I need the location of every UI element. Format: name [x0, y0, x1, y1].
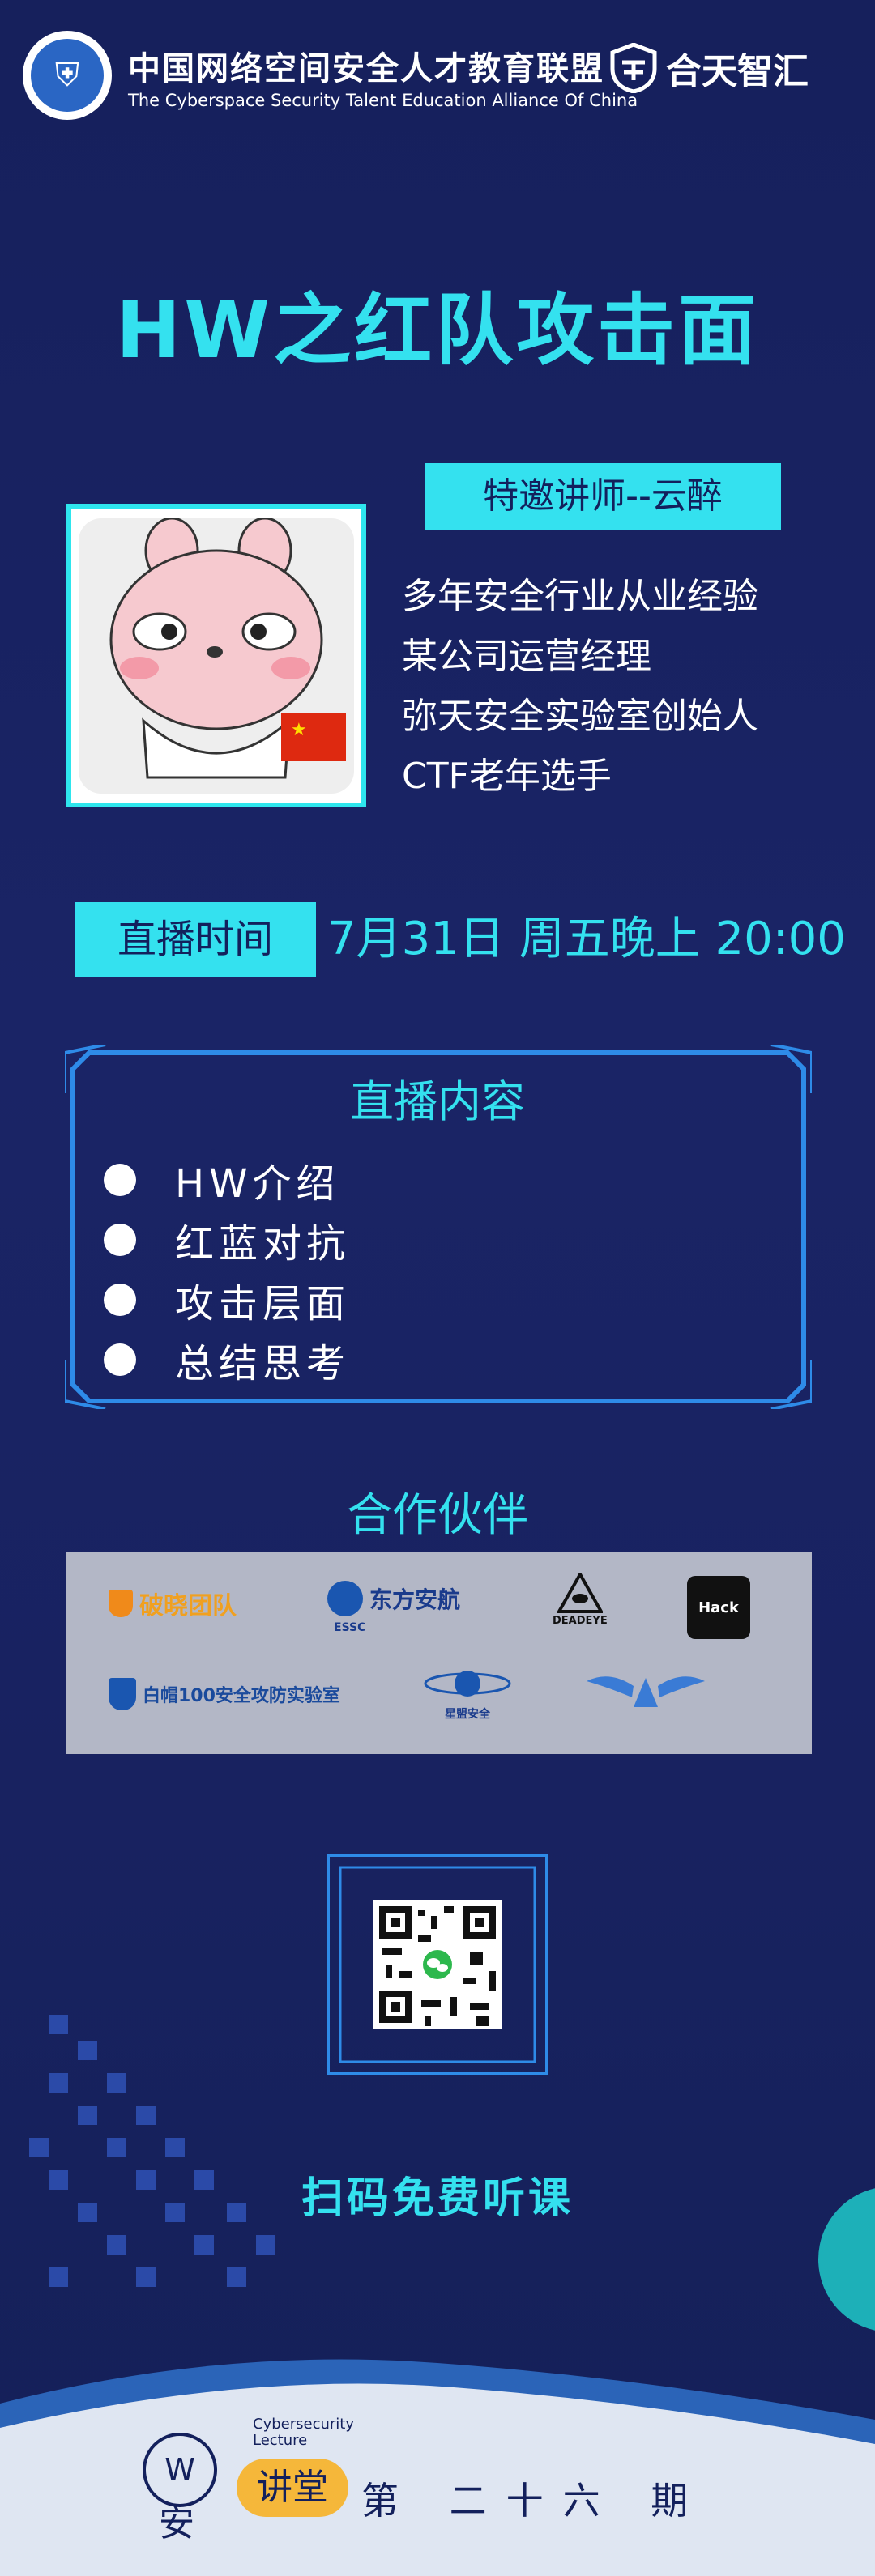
content-item: 攻击层面	[104, 1271, 350, 1328]
partner-logo: 白帽100安全攻防实验室	[109, 1678, 340, 1710]
brand-logo: 合天智汇	[609, 42, 809, 94]
bullet-icon	[104, 1164, 136, 1196]
wings-icon	[587, 1676, 705, 1707]
speaker-bio-line: 多年安全行业从业经验	[402, 576, 758, 617]
partner-logo: 东方安航	[327, 1581, 460, 1616]
partner-logo-sub: ESSC	[334, 1621, 366, 1634]
qr-code[interactable]	[327, 1854, 548, 2075]
partners-title: 合作伙伴	[347, 1489, 528, 1542]
lecture-en-label: Cybersecurity Lecture	[253, 2416, 354, 2449]
partner-logo	[585, 1670, 706, 1715]
speaker-avatar: ★	[66, 504, 366, 807]
partner-logo: 星盟安全	[423, 1665, 512, 1722]
content-item: HW介绍	[104, 1152, 340, 1208]
speaker-bio-line: 弥天安全实验室创始人	[402, 696, 758, 737]
planet-icon	[424, 1671, 511, 1697]
brand-name: 合天智汇	[666, 51, 809, 92]
speaker-bio-line: 某公司运营经理	[402, 636, 651, 677]
content-item: 红蓝对抗	[104, 1211, 350, 1268]
page-title: HW之红队攻击面	[115, 285, 760, 376]
bear-cartoon-icon: ★	[109, 517, 346, 778]
bullet-icon	[104, 1343, 136, 1376]
speaker-bio-line: CTF老年选手	[402, 756, 612, 797]
live-time-value: 7月31日 周五晚上 20:00	[327, 913, 846, 965]
svg-text:★: ★	[291, 720, 307, 740]
speaker-tag: 特邀讲师--云醉	[425, 463, 781, 530]
content-item: 总结思考	[104, 1331, 350, 1388]
org-name-cn: 中国网络空间安全人才教育联盟	[128, 49, 604, 87]
bullet-icon	[104, 1224, 136, 1256]
bullet-icon	[104, 1284, 136, 1316]
live-time-label: 直播时间	[75, 902, 316, 977]
partners-panel: 破晓团队 东方安航 ESSC DEADEYE Hack 白帽100安全攻防实验室…	[66, 1552, 812, 1754]
partner-logo: Hack	[687, 1576, 750, 1639]
content-title: 直播内容	[350, 1076, 525, 1127]
shield-icon	[109, 1678, 136, 1710]
brand-shield-icon	[610, 43, 657, 93]
eye-triangle-icon	[557, 1573, 603, 1613]
lecture-an-logo: 安	[159, 2503, 194, 2544]
qr-call-to-action: 扫码免费听课	[301, 2174, 574, 2223]
partner-logo: 破晓团队	[109, 1586, 237, 1621]
footer-wave	[0, 2359, 875, 2576]
shield-icon	[109, 1590, 133, 1617]
alliance-logo: ⛨	[23, 31, 112, 120]
planet-decoration-icon	[818, 2188, 875, 2331]
partner-logo: DEADEYE	[553, 1573, 608, 1627]
issue-number: 第 二十六 期	[361, 2479, 708, 2523]
globe-icon	[327, 1581, 363, 1616]
org-name-en: The Cyberspace Security Talent Education…	[128, 91, 638, 110]
shield-icon: ⛨	[31, 39, 104, 112]
lecture-pill: 讲堂	[237, 2459, 348, 2517]
